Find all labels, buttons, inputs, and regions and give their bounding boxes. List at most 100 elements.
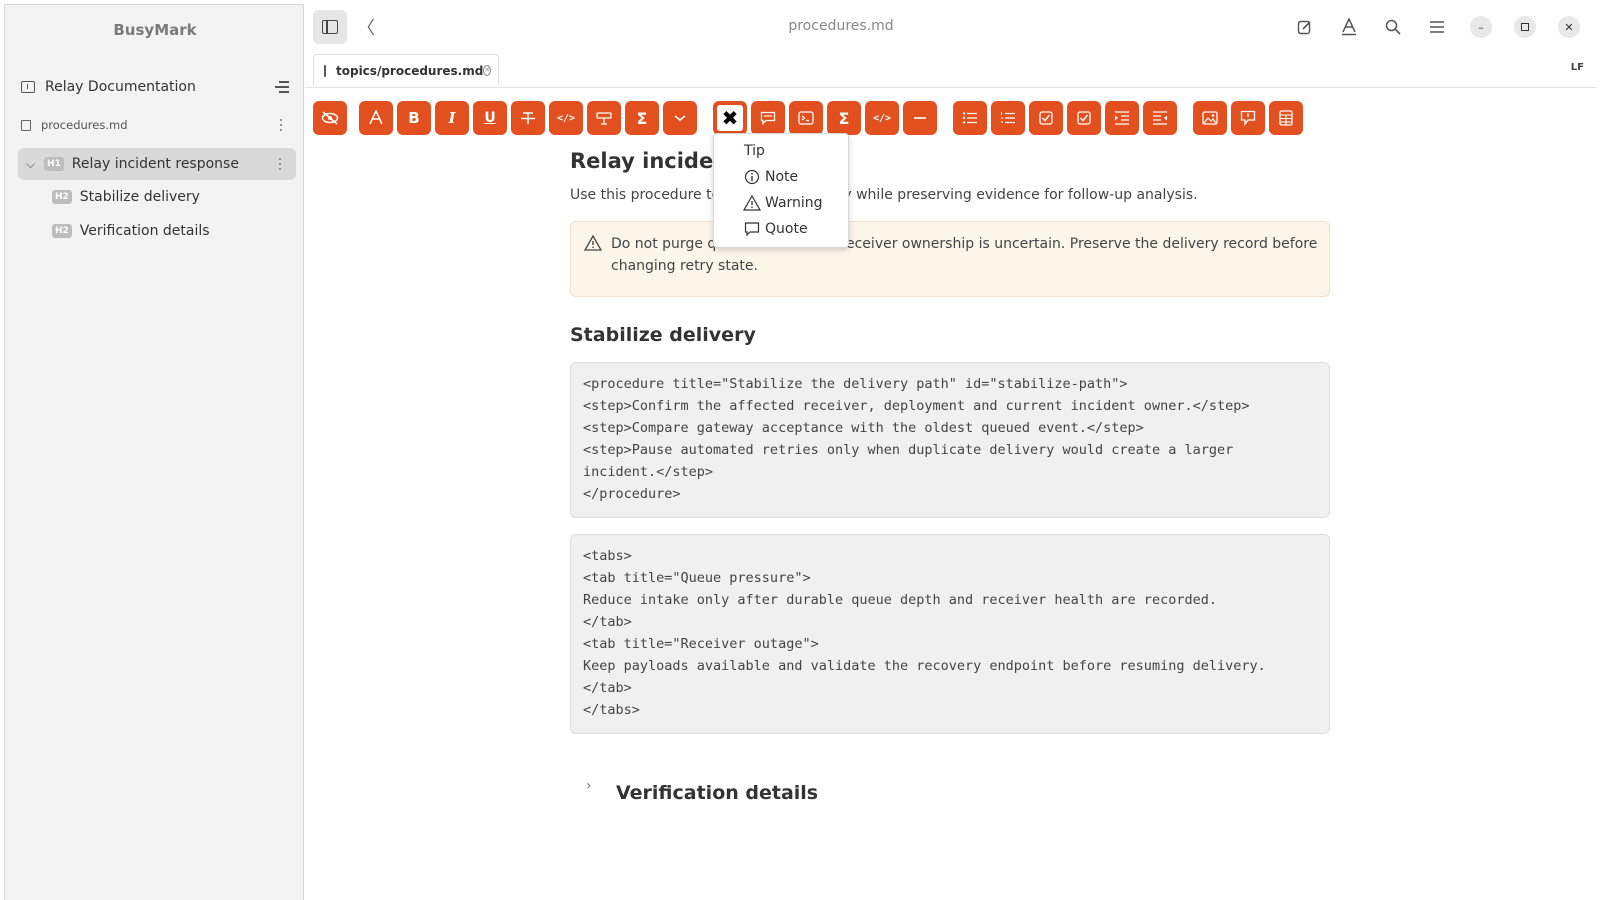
bullet-list-button[interactable] xyxy=(953,101,987,135)
file-icon xyxy=(21,119,31,131)
window-title: procedures.md xyxy=(788,18,894,34)
highlight-button[interactable] xyxy=(587,101,621,135)
dropdown-item-label: Warning xyxy=(765,195,823,211)
tab-procedures[interactable]: topics/procedures.md ✕ xyxy=(313,54,499,86)
code-block-tabs[interactable]: <tabs> <tab title="Queue pressure"> Redu… xyxy=(570,534,1330,734)
task-list-button[interactable] xyxy=(1029,101,1063,135)
tab-bar: topics/procedures.md ✕ LF xyxy=(305,50,1596,88)
heading-stabilize-delivery[interactable]: Stabilize delivery xyxy=(570,324,756,346)
more-button[interactable] xyxy=(663,101,697,135)
checkbox-icon xyxy=(1077,111,1091,125)
chevron-down-icon[interactable]: ⌵ xyxy=(26,157,36,172)
admonition-button[interactable]: ✖ xyxy=(713,101,747,135)
search-icon xyxy=(1385,19,1401,35)
line-ending-indicator[interactable]: LF xyxy=(1571,62,1584,73)
file-menu-icon[interactable] xyxy=(279,119,283,131)
heading-level-badge: H2 xyxy=(52,224,72,238)
heading-verification-details[interactable]: Verification details xyxy=(616,782,818,804)
image-icon xyxy=(1202,111,1218,125)
terminal-button[interactable] xyxy=(789,101,823,135)
edit-mode-button[interactable] xyxy=(1288,10,1322,44)
comment-icon xyxy=(760,111,776,125)
italic-button[interactable]: I xyxy=(435,101,469,135)
chevron-right-icon[interactable]: › xyxy=(586,778,592,794)
heading-button[interactable] xyxy=(359,101,393,135)
outline-label: Stabilize delivery xyxy=(79,189,200,205)
list-icon xyxy=(962,111,978,125)
minimize-button[interactable]: – xyxy=(1470,16,1492,38)
close-icon: ✕ xyxy=(1564,20,1574,34)
hamburger-icon xyxy=(1430,21,1444,33)
info-icon xyxy=(744,169,760,185)
outline-item-relay-incident-response[interactable]: ⌵ H1 Relay incident response xyxy=(18,148,296,180)
tab-label: topics/procedures.md xyxy=(336,63,484,78)
chevron-down-icon xyxy=(673,113,687,123)
bold-button[interactable]: B xyxy=(397,101,431,135)
dropdown-item-label: Tip xyxy=(744,143,765,159)
search-button[interactable] xyxy=(1376,10,1410,44)
document-title[interactable]: Relay inciden xyxy=(570,149,728,173)
warning-icon xyxy=(743,195,761,211)
maximize-icon xyxy=(1521,23,1529,31)
callout-text-start: Do not purge qu xyxy=(611,236,726,252)
insert-tip-button[interactable] xyxy=(1231,101,1265,135)
outline-toggle-icon[interactable] xyxy=(275,81,289,93)
underline-icon: U xyxy=(484,110,496,126)
menu-button[interactable] xyxy=(1420,10,1454,44)
dropdown-item-tip[interactable]: Tip xyxy=(744,140,765,162)
comment-button[interactable] xyxy=(751,101,785,135)
task-list-checked-button[interactable] xyxy=(1067,101,1101,135)
admonition-dropdown: Tip Note Warning Quote xyxy=(713,133,849,248)
close-button[interactable]: ✕ xyxy=(1558,16,1580,38)
indent-button[interactable] xyxy=(1105,101,1139,135)
bold-icon: B xyxy=(408,109,420,127)
outline-label: Verification details xyxy=(79,223,210,239)
minimize-icon: – xyxy=(1478,20,1484,34)
outline-menu-icon[interactable] xyxy=(278,158,282,170)
inline-code-button[interactable]: </> xyxy=(549,101,583,135)
outdent-icon xyxy=(1152,111,1168,125)
underline-button[interactable]: U xyxy=(473,101,507,135)
intro-paragraph-start[interactable]: Use this procedure to xyxy=(570,187,720,203)
outline-item-verification-details[interactable]: H2 Verification details xyxy=(18,215,296,247)
math-block-button[interactable]: Σ xyxy=(827,101,861,135)
project-row[interactable]: Relay Documentation xyxy=(15,73,297,101)
code-block-button[interactable]: </> xyxy=(865,101,899,135)
outdent-button[interactable] xyxy=(1143,101,1177,135)
horizontal-rule-button[interactable] xyxy=(903,101,937,135)
eye-slash-icon xyxy=(321,111,339,125)
font-icon xyxy=(1342,18,1356,36)
file-label: procedures.md xyxy=(41,118,128,132)
indent-icon xyxy=(1114,111,1130,125)
numbered-list-button[interactable] xyxy=(991,101,1025,135)
image-button[interactable] xyxy=(1193,101,1227,135)
sigma-icon: Σ xyxy=(838,108,850,128)
tab-close-icon[interactable]: ✕ xyxy=(483,65,492,76)
outline-item-stabilize-delivery[interactable]: H2 Stabilize delivery xyxy=(18,181,296,213)
preview-toggle-button[interactable] xyxy=(313,101,347,135)
code-block-procedure[interactable]: <procedure title="Stabilize the delivery… xyxy=(570,362,1330,518)
maximize-button[interactable] xyxy=(1514,16,1536,38)
inline-math-button[interactable]: Σ xyxy=(625,101,659,135)
terminal-icon xyxy=(798,111,814,125)
code-icon: </> xyxy=(556,112,576,124)
table-button[interactable] xyxy=(1269,101,1303,135)
heading-level-badge: H1 xyxy=(44,157,64,171)
intro-paragraph-end[interactable]: ery while preserving evidence for follow… xyxy=(829,187,1198,203)
warning-callout[interactable]: Do not purge qu eceiver ownership is unc… xyxy=(570,221,1330,297)
header-bar: 〈 procedures.md – ✕ xyxy=(305,4,1596,50)
heading-level-badge: H2 xyxy=(52,190,72,204)
dropdown-item-note[interactable]: Note xyxy=(743,166,798,188)
dropdown-item-quote[interactable]: Quote xyxy=(743,218,808,240)
minus-icon xyxy=(913,116,927,120)
italic-icon: I xyxy=(448,109,456,127)
callout-text-end: eceiver ownership is uncertain. Preserve… xyxy=(846,236,1318,252)
dropdown-item-label: Quote xyxy=(765,221,808,237)
sidebar: BusyMark Relay Documentation procedures.… xyxy=(4,4,304,900)
dropdown-item-warning[interactable]: Warning xyxy=(743,192,823,214)
font-button[interactable] xyxy=(1332,10,1366,44)
code-icon: </> xyxy=(872,112,892,124)
quote-icon xyxy=(744,222,760,237)
file-row[interactable]: procedures.md xyxy=(15,113,297,137)
strikethrough-button[interactable] xyxy=(511,101,545,135)
